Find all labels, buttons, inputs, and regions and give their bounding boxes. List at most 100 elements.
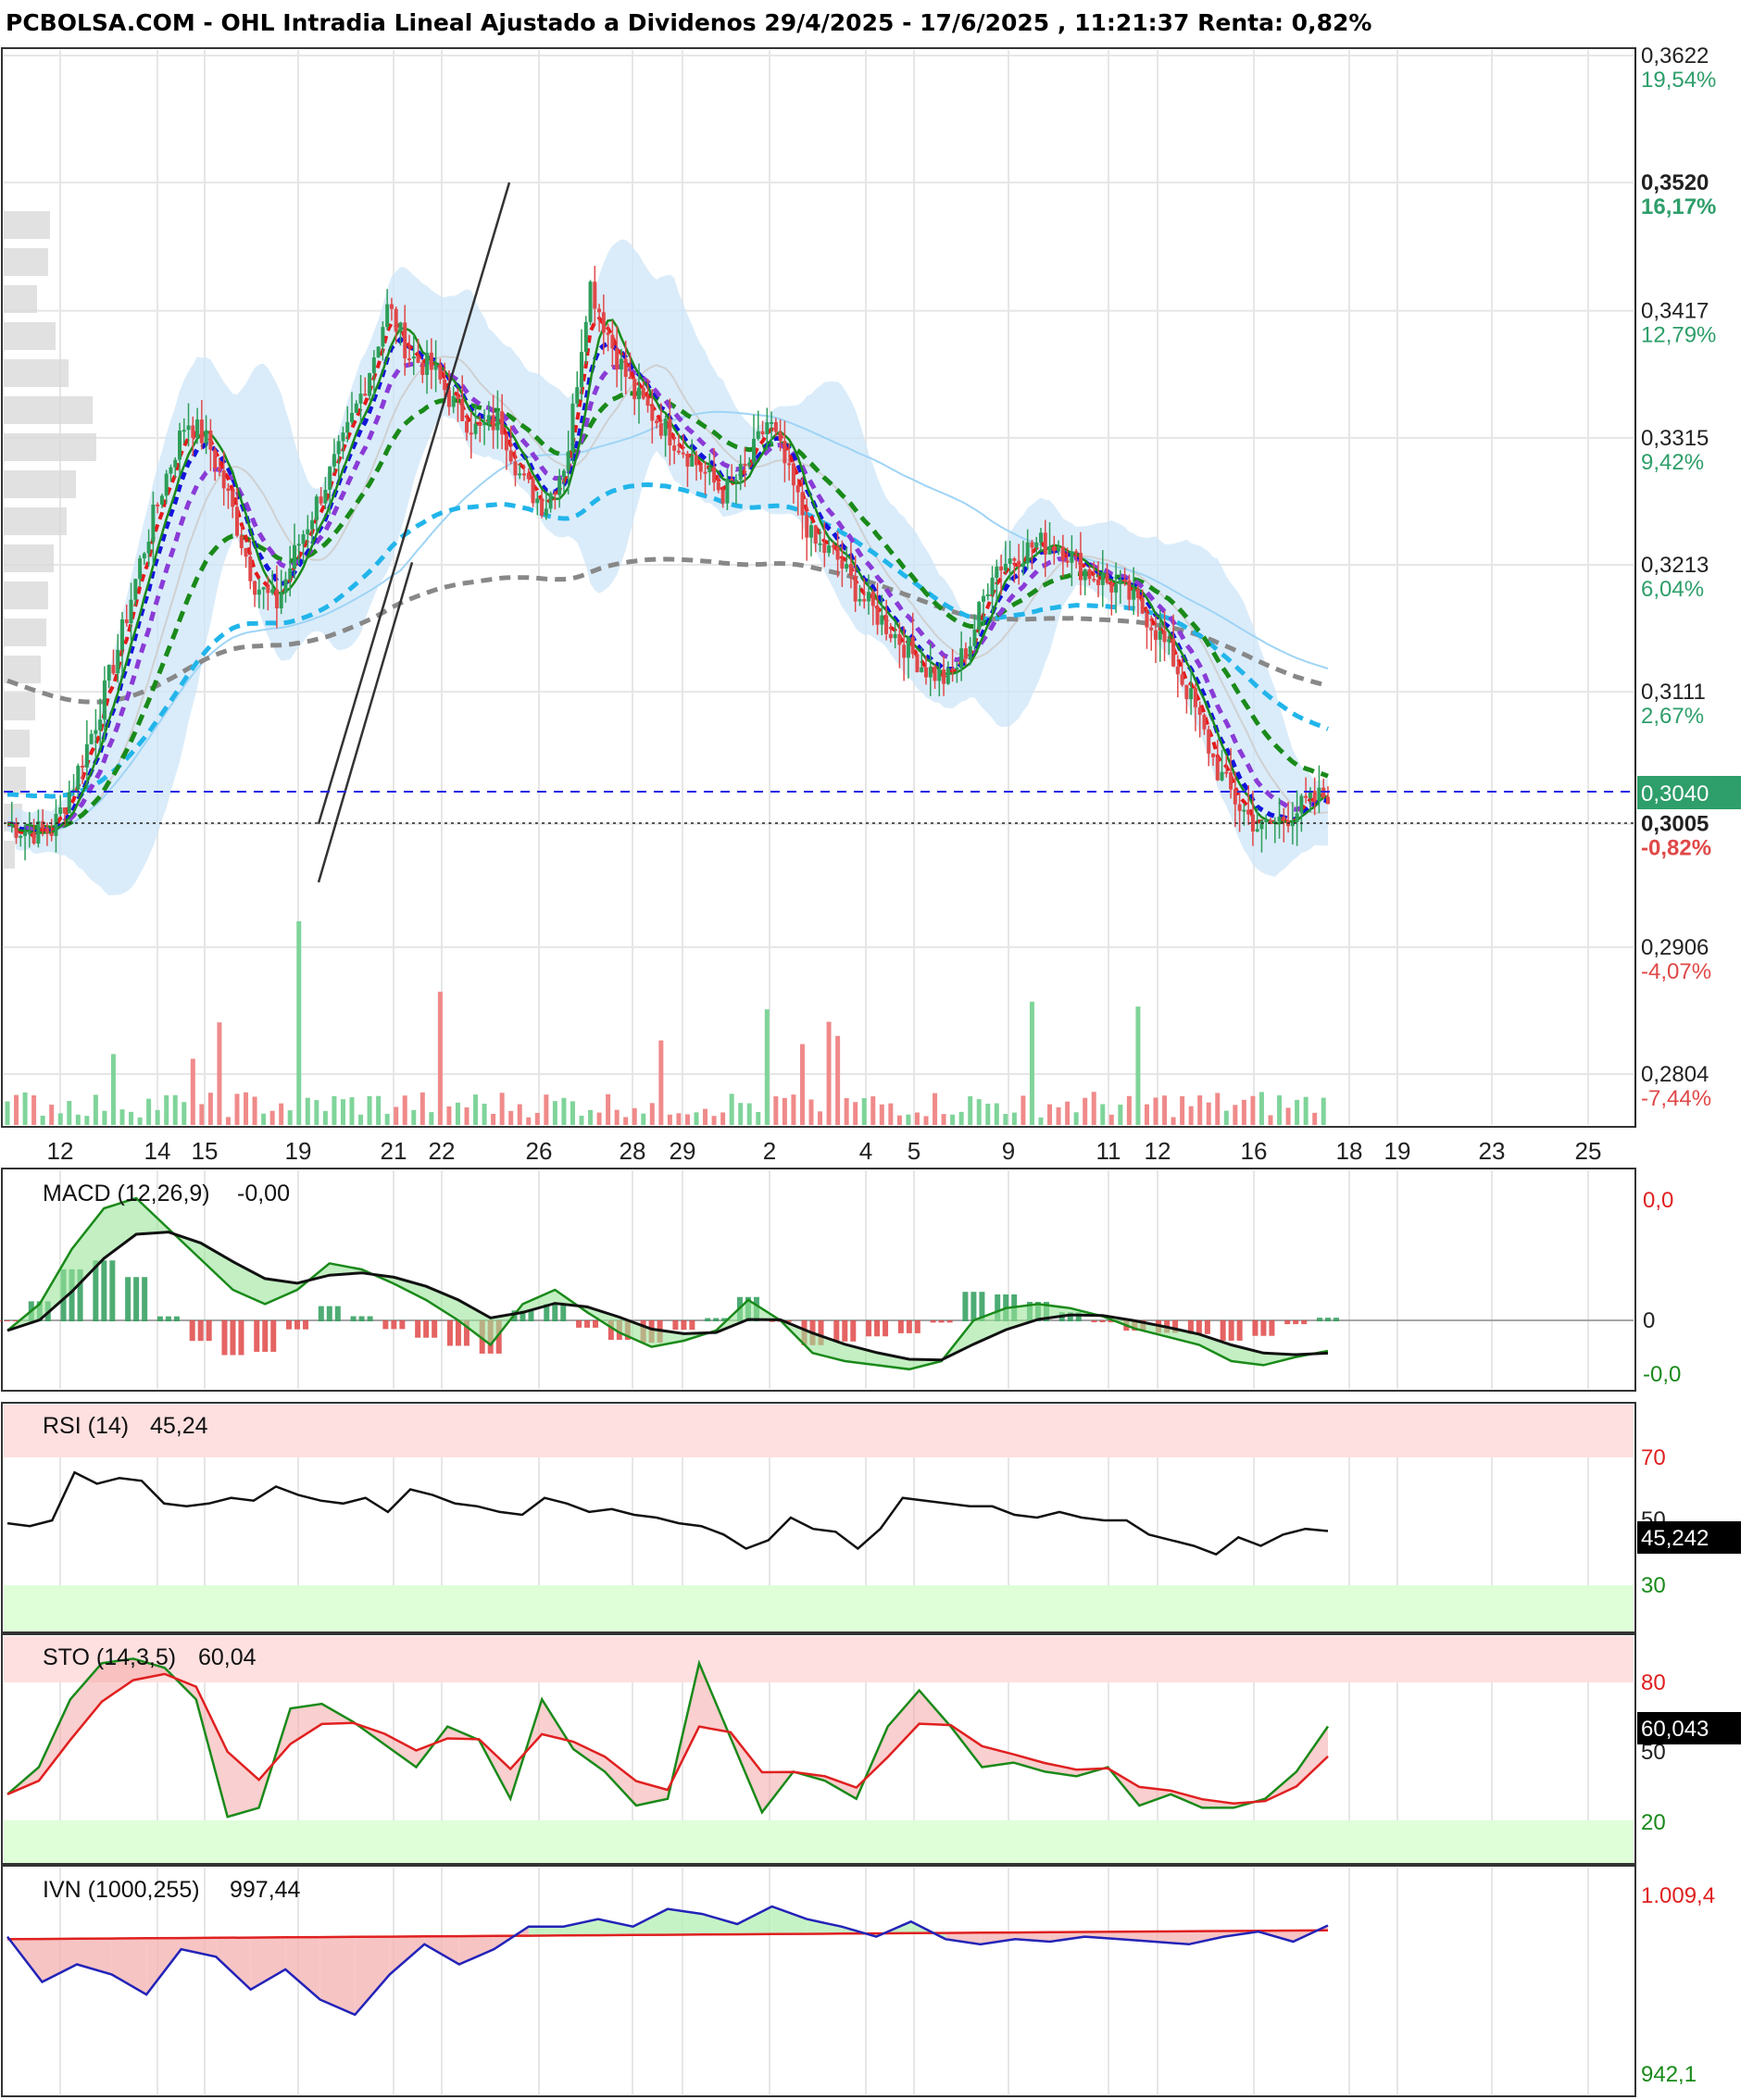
candle-body: [76, 765, 81, 790]
candle-body: [1233, 789, 1237, 805]
rsi-label: RSI (14): [43, 1413, 129, 1439]
candle-body: [293, 544, 296, 569]
macd-histogram-bar: [197, 1320, 204, 1342]
rsi-tick-30: 30: [1641, 1573, 1666, 1598]
candle-body: [606, 332, 610, 335]
candle-body: [14, 823, 19, 838]
rsi-panel: RSI (14) 45,24 70 50 30 45,242: [1, 1402, 1741, 1633]
candle-body: [535, 498, 540, 504]
candle-body: [1175, 666, 1180, 675]
candle-body: [314, 496, 319, 520]
candle-body: [89, 733, 94, 744]
candle-body: [486, 415, 491, 424]
macd-histogram-bar: [560, 1304, 567, 1321]
volume-profile-bar: [4, 433, 96, 461]
macd-histogram-bar: [593, 1320, 599, 1328]
candle-body: [575, 387, 580, 404]
volume-bar: [384, 1113, 390, 1125]
macd-histogram-bar: [1236, 1320, 1243, 1341]
candle-body: [893, 633, 897, 639]
candle-body: [853, 575, 858, 602]
candle-body: [1043, 532, 1047, 555]
candle-body: [1100, 573, 1105, 585]
x-axis: 12 14 15 19 21 22 26 28 29 2 4 5 9 11 12 16 18 19 23 25: [47, 1137, 1602, 1165]
volume-profile-bar: [4, 767, 26, 794]
candle-body: [186, 425, 191, 431]
candle-body: [27, 831, 31, 834]
candle-body: [319, 496, 323, 504]
percent-tick-label: 6,04%: [1641, 577, 1704, 602]
volume-bar: [588, 1109, 594, 1125]
candle-body: [1215, 756, 1220, 781]
candle-body: [787, 463, 792, 466]
volume-bar: [835, 1035, 841, 1125]
candle-body: [1154, 630, 1158, 640]
candle-body: [1145, 613, 1149, 628]
candle-body: [959, 648, 964, 669]
sto-panel: STO (14,3,5) 60,04 80 50 20 60,043: [1, 1633, 1741, 1865]
volume-profile-bar: [4, 841, 15, 869]
volume-bar: [482, 1103, 487, 1125]
volume-bar: [606, 1094, 611, 1125]
candle-body: [963, 648, 968, 659]
macd-histogram-bar: [294, 1320, 301, 1330]
volume-bar: [14, 1094, 19, 1125]
candle-body: [531, 479, 535, 504]
macd-histogram-bar: [230, 1320, 236, 1356]
candle-body: [310, 519, 315, 530]
candle-body: [1180, 674, 1184, 685]
candle-body: [703, 471, 707, 474]
volume-bar: [1153, 1097, 1158, 1125]
candle-body: [49, 832, 54, 836]
volume-profile-bar: [4, 619, 46, 646]
candle-body: [601, 312, 606, 333]
volume-bar: [332, 1095, 337, 1125]
volume-bar: [649, 1103, 655, 1125]
volume-bar: [1223, 1110, 1229, 1125]
candle-body: [800, 492, 805, 516]
candle-body: [451, 395, 456, 407]
candle-body: [1229, 772, 1233, 790]
volume-profile-bar: [4, 544, 54, 572]
volume-bar: [526, 1117, 532, 1125]
percent-tick-label: 2,67%: [1641, 704, 1704, 729]
candle-body: [867, 592, 870, 602]
candle-body: [583, 321, 588, 353]
candle-body: [195, 419, 200, 438]
volume-bar: [296, 921, 302, 1125]
candle-body: [354, 403, 358, 413]
price-tick-label: 0,3213: [1641, 553, 1709, 578]
candle-body: [270, 589, 275, 594]
candle-body: [1118, 579, 1122, 584]
macd-histogram-bar: [866, 1320, 872, 1337]
volume-bar: [1285, 1107, 1291, 1125]
candle-body: [623, 358, 628, 378]
candle-body: [597, 308, 602, 313]
ivn-value: 997,44: [230, 1877, 301, 1903]
price-tick-label: 0,3111: [1641, 680, 1706, 705]
macd-histogram-bar: [1334, 1318, 1339, 1321]
macd-histogram-bar: [1196, 1320, 1202, 1334]
candle-body: [235, 506, 239, 536]
candle-body: [1039, 532, 1043, 543]
x-tick-label: 2: [763, 1137, 776, 1165]
candle-body: [557, 477, 562, 495]
candle-body: [221, 470, 226, 489]
candle-body: [9, 823, 14, 826]
x-tick-label: 25: [1575, 1137, 1602, 1165]
macd-histogram-bar: [432, 1320, 438, 1338]
volume-bar: [190, 1058, 195, 1125]
volume-bar: [1047, 1104, 1053, 1125]
macd-histogram-bar: [1091, 1320, 1097, 1323]
macd-histogram-bar: [350, 1316, 357, 1321]
candle-body: [566, 451, 570, 471]
candle-body: [31, 831, 36, 844]
candle-body: [398, 322, 403, 332]
macd-histogram-bar: [303, 1320, 309, 1330]
macd-value: -0,00: [237, 1181, 290, 1206]
sto-current-value: 60,043: [1641, 1717, 1709, 1742]
volume-bar: [22, 1092, 28, 1125]
volume-bar: [155, 1109, 160, 1125]
volume-bar: [923, 1116, 929, 1125]
volume-bar: [1162, 1095, 1168, 1125]
